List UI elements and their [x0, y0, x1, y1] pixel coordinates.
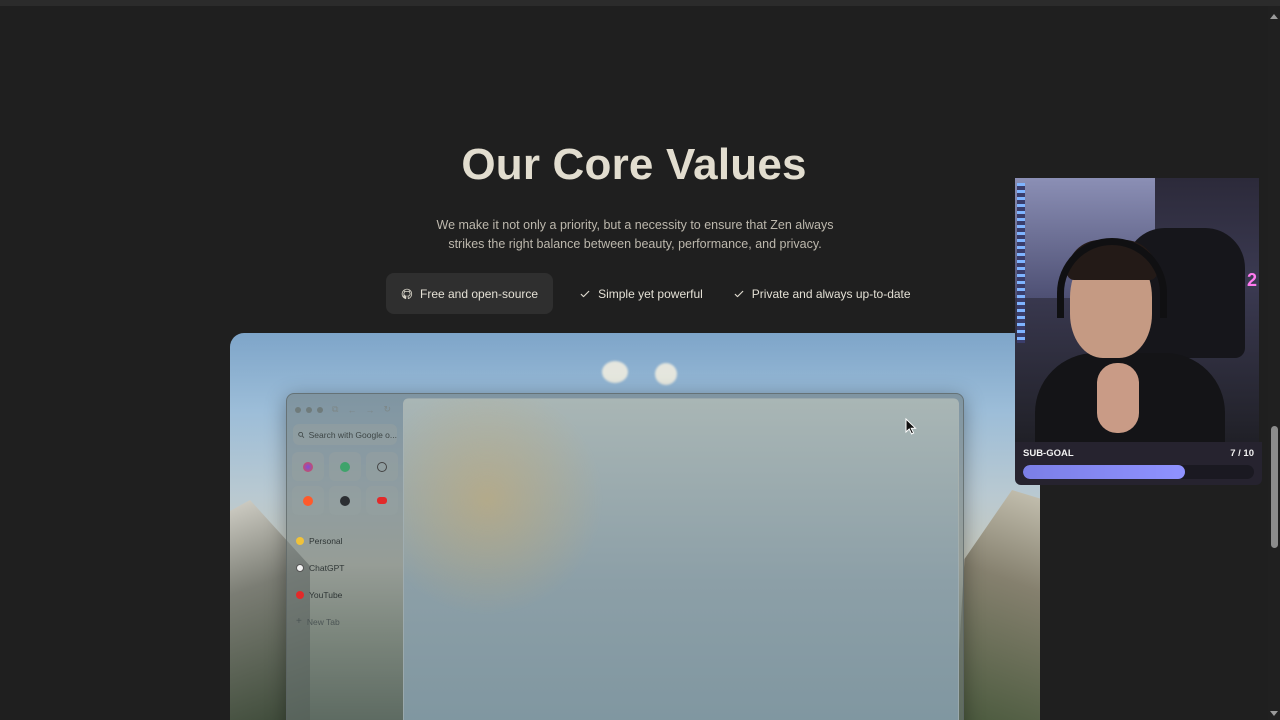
- subtitle-line-2: strikes the right balance between beauty…: [448, 237, 822, 251]
- cloud: [655, 363, 677, 385]
- led-strip: [1017, 183, 1025, 343]
- section-subtitle: We make it not only a priority, but a ne…: [400, 216, 870, 254]
- sub-goal-widget: SUB-GOAL 7 / 10: [1015, 442, 1262, 485]
- check-icon: [580, 290, 590, 297]
- window-top-edge: [0, 0, 1280, 6]
- webcam-overlay: 2: [1015, 178, 1259, 442]
- tab-item: ChatGPT: [296, 554, 344, 581]
- scroll-up-arrow-icon[interactable]: [1270, 14, 1278, 19]
- cloud: [602, 361, 628, 383]
- back-arrow-icon: ←: [347, 404, 357, 415]
- page-scrollbar[interactable]: [1268, 6, 1280, 720]
- youtube-icon: [296, 590, 304, 599]
- essential-tile: [292, 452, 324, 481]
- browser-content-area: [403, 398, 959, 720]
- workspace-label: Personal: [296, 527, 344, 554]
- value-label: Free and open-source: [420, 286, 539, 301]
- browser-sidebar: ⧉ ← → ↻ Search with Google o... Personal…: [287, 394, 403, 720]
- lightbulb-icon: [296, 536, 304, 545]
- firefox-icon: [303, 461, 313, 472]
- sub-goal-label: SUB-GOAL: [1023, 448, 1074, 459]
- tab-item: YouTube: [296, 581, 344, 608]
- scrollbar-thumb[interactable]: [1271, 426, 1278, 548]
- mouse-cursor-icon: [905, 418, 917, 435]
- value-label: Simple yet powerful: [598, 286, 703, 301]
- circle-icon: [377, 461, 387, 472]
- sub-goal-progress-bar: [1023, 465, 1254, 479]
- sub-goal-progress-fill: [1023, 465, 1185, 479]
- chatgpt-icon: [296, 563, 304, 572]
- tab-list: Personal ChatGPT YouTube + New Tab: [296, 527, 344, 635]
- tab-title: YouTube: [309, 589, 343, 600]
- new-tab-item: + New Tab: [296, 608, 344, 635]
- essentials-grid: [292, 452, 398, 515]
- window-dot: [295, 406, 301, 413]
- shield-icon: [340, 461, 350, 472]
- youtube-icon: [377, 497, 387, 504]
- window-dot: [306, 406, 312, 413]
- browser-preview-image: ⧉ ← → ↻ Search with Google o... Personal…: [230, 333, 1040, 720]
- forward-arrow-icon: →: [365, 404, 375, 415]
- tab-title: ChatGPT: [309, 562, 345, 573]
- essential-tile: [366, 452, 398, 481]
- github-icon: [401, 288, 413, 299]
- value-tab-open-source[interactable]: Free and open-source: [386, 273, 554, 314]
- workspace-name: Personal: [309, 535, 343, 546]
- essential-tile: [329, 486, 361, 515]
- value-label: Private and always up-to-date: [751, 286, 911, 301]
- reload-icon: ↻: [383, 404, 391, 414]
- browser-search-field: Search with Google o...: [293, 424, 397, 445]
- value-tab-simple[interactable]: Simple yet powerful: [575, 273, 707, 314]
- essential-tile: [366, 486, 398, 515]
- mountain-right: [955, 490, 1040, 720]
- window-dot: [317, 406, 323, 413]
- sub-goal-count: 7 / 10: [1230, 448, 1254, 459]
- zen-browser-mockup: ⧉ ← → ↻ Search with Google o... Personal…: [286, 393, 964, 720]
- core-values-tabs: Free and open-source Simple yet powerful…: [386, 273, 915, 314]
- plus-icon: +: [296, 616, 302, 627]
- streamer-hand: [1097, 363, 1139, 433]
- essential-tile: [329, 452, 361, 481]
- subtitle-line-1: We make it not only a priority, but a ne…: [436, 218, 834, 232]
- sidebar-toggle-icon: ⧉: [332, 404, 339, 414]
- scroll-down-arrow-icon[interactable]: [1270, 711, 1278, 716]
- webcam-badge: 2: [1246, 270, 1257, 290]
- window-controls: ⧉ ← → ↻: [295, 404, 391, 415]
- new-tab-label: New Tab: [306, 616, 340, 627]
- check-icon: [734, 290, 744, 297]
- reddit-icon: [303, 495, 313, 506]
- search-icon: [298, 431, 305, 438]
- value-tab-private[interactable]: Private and always up-to-date: [729, 273, 915, 314]
- search-placeholder: Search with Google o...: [308, 429, 397, 440]
- github-icon: [340, 495, 350, 506]
- essential-tile: [292, 486, 324, 515]
